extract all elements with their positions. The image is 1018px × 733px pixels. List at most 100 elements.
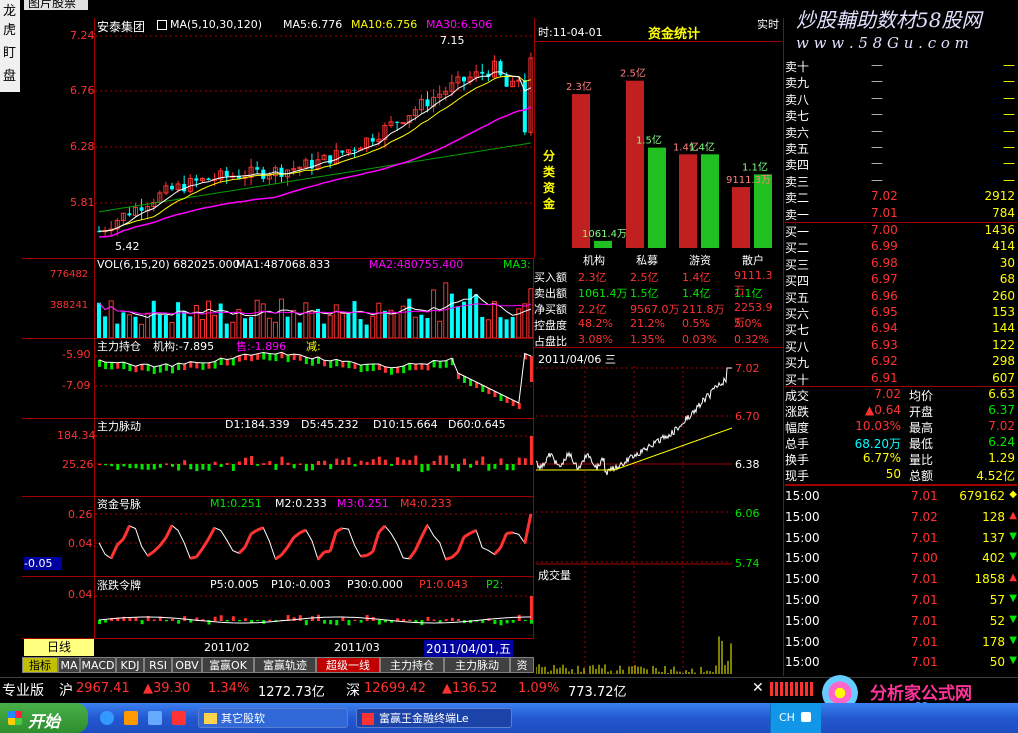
zijin-haomai-chart[interactable] xyxy=(95,508,533,576)
period-button[interactable]: 日线 xyxy=(24,639,94,656)
fund-stats-cat-3: 游资 xyxy=(689,254,711,267)
orderbook-volume: — xyxy=(1003,172,1015,187)
indicator-tab-zi[interactable]: 资 xyxy=(510,657,534,673)
orderbook-row[interactable]: 卖四 — — xyxy=(785,156,1017,172)
orderbook-row[interactable]: 买四 6.97 68 xyxy=(785,272,1017,288)
tick-price: 7.01 xyxy=(911,530,938,545)
tick-row[interactable]: 15:00 7.01 178 ▼ xyxy=(785,633,1017,653)
orderbook-row[interactable]: 卖十 — — xyxy=(785,58,1017,74)
orderbook-row[interactable]: 买一 7.00 1436 xyxy=(785,223,1017,239)
tray-volume-icon[interactable] xyxy=(801,712,811,722)
intraday-y-tick-1: 7.02 xyxy=(735,362,760,375)
zhuli-chicang-chart[interactable] xyxy=(95,350,533,418)
orderbook-row[interactable]: 卖五 — — xyxy=(785,140,1017,156)
orderbook-row[interactable]: 买三 6.98 30 xyxy=(785,256,1017,272)
x-date-1: 2011/02 xyxy=(204,641,250,654)
orderbook-row[interactable]: 买十 6.91 607 xyxy=(785,371,1017,387)
orderbook-volume: 153 xyxy=(992,305,1015,319)
orderbook-row[interactable]: 卖二 7.02 2912 xyxy=(785,189,1017,205)
indicator-tab-rsi[interactable]: RSI xyxy=(144,657,172,673)
volume-chart[interactable] xyxy=(95,272,533,338)
quote-label: 最高 xyxy=(909,421,934,435)
tick-list[interactable]: 15:00 7.01 679162 ◆ 15:00 7.02 128 ▲ 15:00 7.01 13… xyxy=(785,487,1017,675)
quicklaunch-media-icon[interactable] xyxy=(124,711,138,725)
tick-row[interactable]: 15:00 7.01 52 ▼ xyxy=(785,612,1017,632)
quote-label: 总额 xyxy=(909,469,934,483)
left-tool-1[interactable]: 龙 xyxy=(3,0,16,19)
quote-label: 换手 xyxy=(785,453,810,467)
orderbook-row[interactable]: 买二 6.99 414 xyxy=(785,239,1017,255)
orderbook-row[interactable]: 卖六 — — xyxy=(785,124,1017,140)
orderbook-price: 6.96 xyxy=(871,288,898,303)
tools-icon[interactable]: ✕ xyxy=(752,681,766,695)
orderbook-row[interactable]: 买七 6.94 144 xyxy=(785,321,1017,337)
taskbar-item-app[interactable]: 富赢王金融终端Le xyxy=(356,708,512,728)
indicator-tab-fuying-ok[interactable]: 富赢OK xyxy=(202,657,254,673)
orderbook-row[interactable]: 卖八 — — xyxy=(785,91,1017,107)
orderbook-row[interactable]: 卖九 — — xyxy=(785,74,1017,90)
orderbook-row[interactable]: 买八 6.93 122 xyxy=(785,338,1017,354)
left-tool-3[interactable]: 盯 xyxy=(3,42,16,61)
fund-stats-cell: 211.8万 xyxy=(682,303,725,316)
left-tool-2[interactable]: 虎 xyxy=(3,19,16,38)
indicator-tab-kdj[interactable]: KDJ xyxy=(116,657,144,673)
fund-stats-table: 买入额 2.3亿 2.5亿 1.4亿 9111.3万 卖出额 1061.4万 1.5亿 1.4亿… xyxy=(534,268,782,348)
quote-value: ▲0.64 xyxy=(865,403,901,417)
orderbook-label: 卖三 xyxy=(785,174,810,189)
tick-row[interactable]: 15:00 7.01 57 ▼ xyxy=(785,591,1017,611)
quicklaunch-chart-icon[interactable] xyxy=(172,711,186,725)
indicator-tab-chaoji-yixian[interactable]: 超级一线 xyxy=(316,657,380,673)
orderbook-row[interactable]: 卖三 — — xyxy=(785,173,1017,189)
indicator-tab-macd[interactable]: MACD xyxy=(80,657,116,673)
indicator-tab-zhuli-maidong[interactable]: 主力脉动 xyxy=(444,657,510,673)
orderbook-row[interactable]: 买六 6.95 153 xyxy=(785,305,1017,321)
orderbook-row[interactable]: 买五 6.96 260 xyxy=(785,289,1017,305)
orderbook-row[interactable]: 卖七 — — xyxy=(785,107,1017,123)
quote-value: 7.02 xyxy=(874,387,901,401)
left-tool-4[interactable]: 盘 xyxy=(3,65,16,84)
window-title-tab[interactable]: 图片股票 xyxy=(24,0,88,10)
fund-stats-bar-chart[interactable]: 2.3亿1061.4万2.5亿1.5亿1.4亿1.4亿9111.3万1.1亿 xyxy=(534,42,782,250)
tick-row[interactable]: 15:00 7.01 1858 ▲ xyxy=(785,570,1017,590)
indicator-tab-ma[interactable]: MA xyxy=(58,657,80,673)
tick-row[interactable]: 15:00 7.02 128 ▲ xyxy=(785,508,1017,528)
tick-row[interactable]: 15:00 7.01 137 ▼ xyxy=(785,529,1017,549)
zhuli-maidong-chart[interactable] xyxy=(95,432,533,494)
zhuli-maidong-y-tick-2: 25.26 xyxy=(62,458,94,471)
tick-row[interactable]: 15:00 7.01 679162 ◆ xyxy=(785,487,1017,507)
fund-stats-row: 买入额 2.3亿 2.5亿 1.4亿 9111.3万 xyxy=(534,268,782,297)
tick-direction-icon: ▼ xyxy=(1009,613,1017,625)
indicator-tab-obv[interactable]: OBV xyxy=(172,657,202,673)
chart-type-icon[interactable] xyxy=(157,20,167,30)
orderbook-row[interactable]: 卖一 7.01 784 xyxy=(785,206,1017,222)
fund-bar-sell-label: 1.1亿 xyxy=(742,160,768,173)
status-sh-pct: 1.34% xyxy=(208,681,250,696)
quicklaunch-ie-icon[interactable] xyxy=(100,711,114,725)
orderbook-label: 卖四 xyxy=(785,158,810,173)
fund-bar-buy-label: 2.3亿 xyxy=(566,80,592,93)
tick-time: 15:00 xyxy=(785,530,820,545)
ticks-divider xyxy=(785,484,1017,486)
intraday-y-tick-5: 5.74 xyxy=(735,557,760,570)
indicator-tab-zhuli-chicang[interactable]: 主力持仓 xyxy=(380,657,444,673)
tick-row[interactable]: 15:00 7.01 50 ▼ xyxy=(785,653,1017,673)
tick-row[interactable]: 15:00 7.00 402 ▼ xyxy=(785,549,1017,569)
fund-bar-buy xyxy=(626,80,644,248)
tick-volume: 679162 xyxy=(959,489,1005,503)
kline-chart[interactable]: 7.15 5.42 xyxy=(95,30,533,258)
tray-ime[interactable]: CH xyxy=(779,711,795,724)
indicator-tab-zhibiao[interactable]: 指标 xyxy=(22,657,58,673)
fund-stats-cell: 2.5亿 xyxy=(630,271,659,284)
indicator-tab-fuying-guiji[interactable]: 富赢轨迹 xyxy=(254,657,316,673)
orderbook-label: 买三 xyxy=(785,257,810,272)
zhangdie-lingpai-chart[interactable] xyxy=(95,592,533,638)
taskbar-item-folder[interactable]: 其它股软 xyxy=(198,708,348,728)
quicklaunch-desktop-icon[interactable] xyxy=(148,711,162,725)
tick-direction-icon: ▼ xyxy=(1009,593,1017,604)
tick-volume: 178 xyxy=(982,634,1005,649)
intraday-chart[interactable] xyxy=(536,366,732,676)
orderbook-row[interactable]: 买九 6.92 298 xyxy=(785,354,1017,370)
quote-row: 现手 50 总额 4.52亿 xyxy=(785,467,1017,483)
system-tray: CH xyxy=(770,703,821,733)
start-button[interactable]: 开始 xyxy=(0,703,88,733)
